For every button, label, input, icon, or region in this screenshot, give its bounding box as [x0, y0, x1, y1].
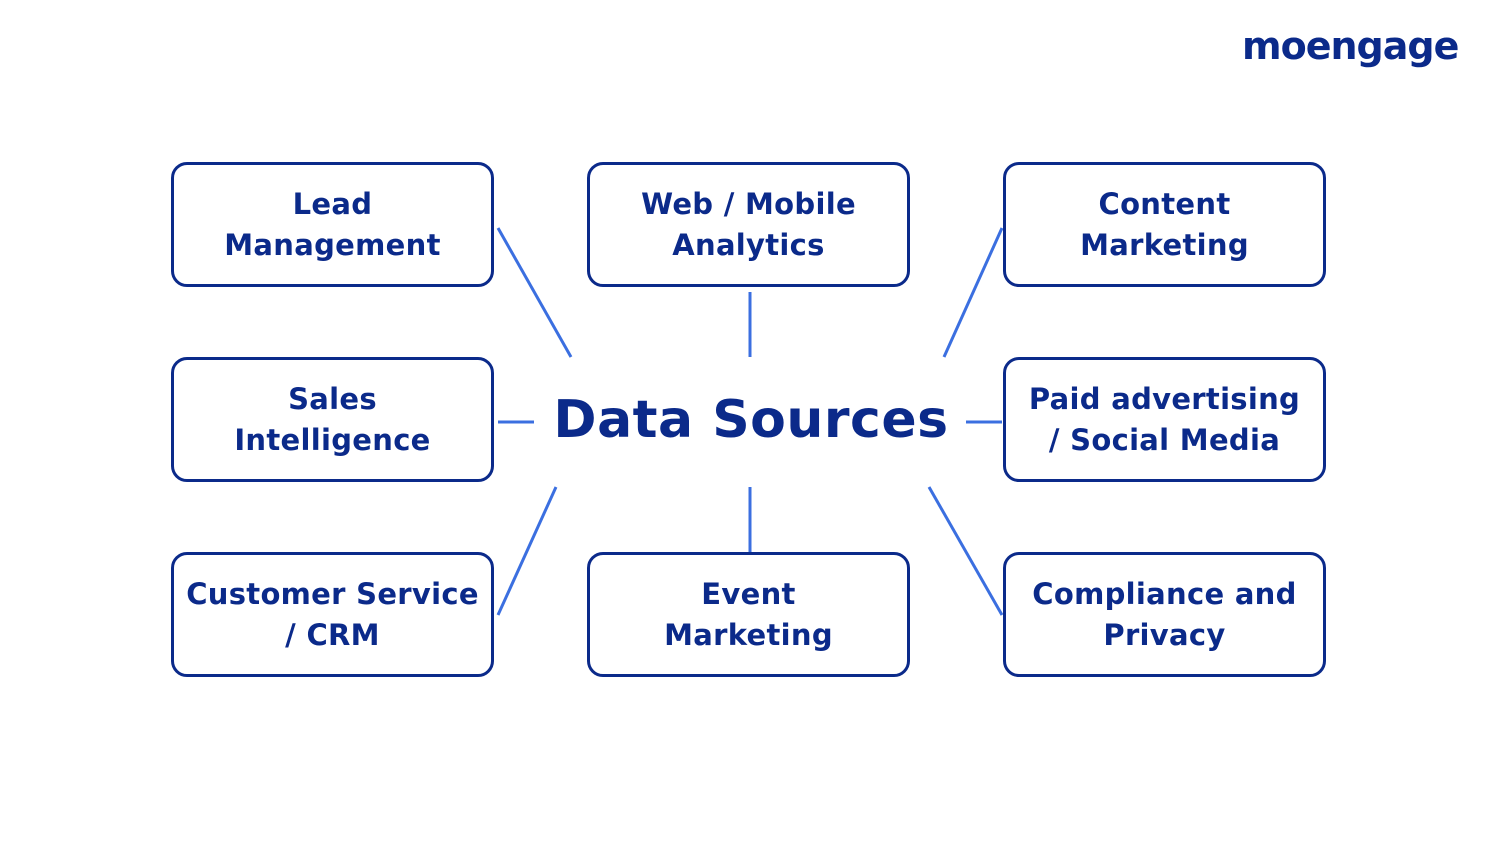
node-event-marketing: Event Marketing: [587, 552, 910, 677]
node-label: Content Marketing: [1080, 186, 1249, 262]
node-paid-advertising-social-media: Paid advertising / Social Media: [1003, 357, 1326, 482]
node-customer-service-crm: Customer Service / CRM: [171, 552, 494, 677]
connector-content-marketing: [942, 227, 1004, 358]
node-sales-intelligence: Sales Intelligence: [171, 357, 494, 482]
node-label: Web / Mobile Analytics: [641, 186, 856, 262]
node-label: Lead Management: [224, 186, 441, 262]
connector-compliance: [927, 486, 1004, 616]
node-label: Paid advertising / Social Media: [1028, 381, 1301, 457]
connector-lead-management: [496, 227, 573, 358]
node-label: Customer Service / CRM: [186, 576, 479, 652]
node-content-marketing: Content Marketing: [1003, 162, 1326, 287]
connector-customer-service: [496, 486, 558, 616]
node-label: Sales Intelligence: [234, 381, 431, 457]
node-label: Compliance and Privacy: [1032, 576, 1297, 652]
center-label-data-sources: Data Sources: [553, 390, 949, 450]
node-web-mobile-analytics: Web / Mobile Analytics: [587, 162, 910, 287]
node-compliance-and-privacy: Compliance and Privacy: [1003, 552, 1326, 677]
node-label: Event Marketing: [664, 576, 833, 652]
node-lead-management: Lead Management: [171, 162, 494, 287]
